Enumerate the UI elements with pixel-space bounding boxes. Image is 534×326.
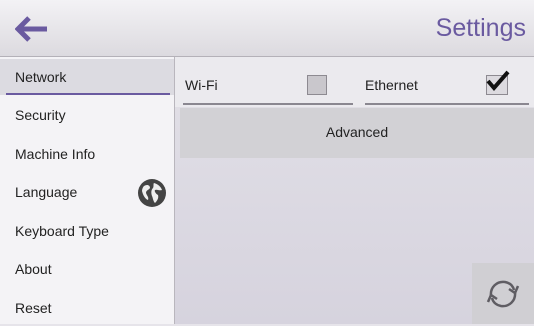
ethernet-underline	[365, 103, 529, 105]
sync-icon	[486, 280, 520, 307]
sidebar: Network Security Machine Info Language K…	[0, 57, 175, 324]
sidebar-item-label: Network	[15, 69, 67, 85]
sync-button[interactable]	[472, 263, 534, 324]
sidebar-item-label: Security	[15, 107, 66, 123]
wifi-checkbox[interactable]	[307, 75, 327, 95]
ethernet-label: Ethernet	[365, 77, 418, 93]
sidebar-item-language[interactable]: Language	[0, 174, 174, 210]
sidebar-item-keyboard-type[interactable]: Keyboard Type	[0, 213, 174, 249]
sidebar-item-label: Machine Info	[15, 146, 96, 162]
advanced-button[interactable]: Advanced	[180, 108, 534, 158]
sidebar-item-security[interactable]: Security	[0, 97, 174, 133]
wifi-label: Wi-Fi	[185, 77, 218, 93]
page-title: Settings	[435, 14, 526, 42]
sidebar-item-about[interactable]: About	[0, 251, 174, 287]
arrow-left-icon	[15, 16, 47, 42]
checkmark-icon	[486, 70, 510, 92]
sidebar-item-label: Keyboard Type	[15, 223, 109, 239]
network-options-row: Wi-Fi Ethernet	[175, 57, 534, 107]
sidebar-item-machine-info[interactable]: Machine Info	[0, 136, 174, 172]
wifi-underline	[183, 103, 353, 105]
back-button[interactable]	[8, 12, 56, 46]
sidebar-item-label: Reset	[15, 300, 52, 316]
sidebar-item-label: Language	[15, 184, 78, 200]
globe-icon	[138, 179, 166, 207]
sidebar-item-network[interactable]: Network	[0, 59, 174, 95]
advanced-label: Advanced	[325, 124, 389, 140]
sidebar-item-reset[interactable]: Reset	[0, 290, 174, 326]
header-bar: Settings	[0, 0, 534, 57]
ethernet-checkbox[interactable]	[486, 70, 510, 95]
sidebar-item-label: About	[15, 261, 52, 277]
